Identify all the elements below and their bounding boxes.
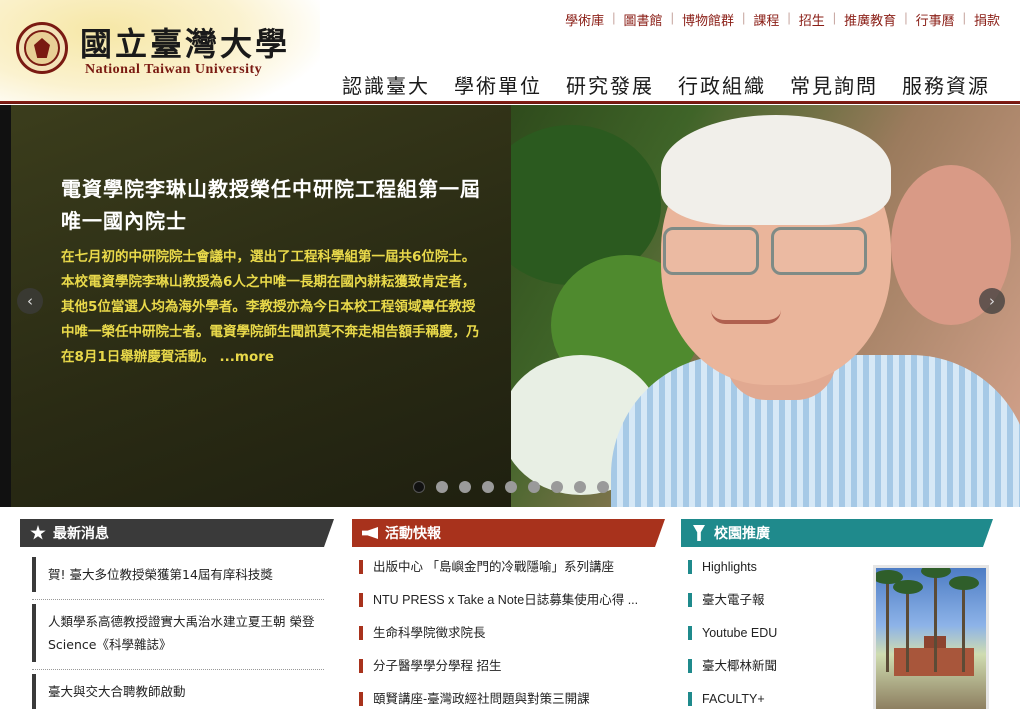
top-link-academic-library[interactable]: 學術庫	[565, 10, 604, 29]
top-link-library[interactable]: 圖書館	[624, 10, 663, 29]
news-list: 賀! 臺大多位教授榮獲第14屆有庠科技獎 人類學系高德教授證實大禹治水建立夏王朝…	[20, 557, 334, 709]
top-link-donate[interactable]: 捐款	[974, 10, 1000, 29]
hero-portrait-image[interactable]	[511, 105, 1020, 507]
header-divider	[0, 101, 1020, 104]
nav-faq[interactable]: 常見詢問	[790, 70, 878, 99]
seal-icon	[34, 38, 50, 58]
top-link-courses[interactable]: 課程	[753, 10, 779, 29]
news-header[interactable]: 最新消息	[20, 519, 334, 547]
carousel-dot-6[interactable]	[528, 481, 540, 493]
utility-nav: 學術庫 | 圖書館 | 博物館群 | 課程 | 招生 | 推廣教育 | 行事曆 | 捐款	[565, 10, 1000, 29]
hero-headline[interactable]: 電資學院李琳山教授榮任中研院工程組第一屆唯一國內院士	[61, 173, 491, 237]
news-item[interactable]: 人類學系高德教授證實大禹治水建立夏王朝 榮登Science《科學雜誌》	[32, 604, 334, 670]
nav-academic-units[interactable]: 學術單位	[454, 70, 542, 99]
hero-summary: 在七月初的中研院院士會議中，選出了工程科學組第一屆共6位院士。本校電資學院李琳山…	[61, 249, 480, 365]
carousel-dot-2[interactable]	[436, 481, 448, 493]
university-seal-logo[interactable]	[16, 22, 68, 74]
events-header[interactable]: 活動快報	[352, 519, 665, 547]
events-section: 活動快報 出版中心 「島嶼金門的冷戰隱喻」系列講座 NTU PRESS x Ta…	[352, 519, 665, 709]
event-item[interactable]: 分子醫學學分學程 招生	[359, 658, 665, 674]
event-item[interactable]: 生命科學院徵求院長	[359, 625, 665, 641]
torch-icon	[693, 525, 705, 541]
carousel-dot-9[interactable]	[597, 481, 609, 493]
hero-carousel: 電資學院李琳山教授榮任中研院工程組第一屆唯一國內院士 在七月初的中研院院士會議中…	[0, 105, 1020, 507]
campus-promo-section: 校園推廣 Highlights 臺大電子報 Youtube EDU 臺大椰林新聞…	[681, 519, 993, 709]
brand-name-chinese[interactable]: 國立臺灣大學	[80, 19, 290, 65]
site-header: 國立臺灣大學 National Taiwan University 學術庫 | 圖…	[0, 0, 1020, 104]
brand-name-english[interactable]: National Taiwan University	[85, 62, 262, 78]
carousel-next-icon[interactable]: ›	[979, 288, 1005, 314]
top-link-calendar[interactable]: 行事曆	[916, 10, 955, 29]
events-list: 出版中心 「島嶼金門的冷戰隱喻」系列講座 NTU PRESS x Take a …	[352, 559, 665, 707]
carousel-dot-1[interactable]	[413, 481, 425, 493]
nav-services[interactable]: 服務資源	[902, 70, 990, 99]
star-icon	[30, 525, 46, 541]
nav-about[interactable]: 認識臺大	[342, 70, 430, 99]
carousel-dot-8[interactable]	[574, 481, 586, 493]
carousel-dot-3[interactable]	[459, 481, 471, 493]
carousel-dot-4[interactable]	[482, 481, 494, 493]
top-link-extension-education[interactable]: 推廣教育	[844, 10, 896, 29]
top-link-museums[interactable]: 博物館群	[682, 10, 734, 29]
news-item[interactable]: 賀! 臺大多位教授榮獲第14屆有庠科技獎	[32, 557, 334, 600]
carousel-dot-5[interactable]	[505, 481, 517, 493]
megaphone-icon	[362, 527, 378, 539]
campus-header[interactable]: 校園推廣	[681, 519, 993, 547]
carousel-dot-7[interactable]	[551, 481, 563, 493]
news-section: 最新消息 賀! 臺大多位教授榮獲第14屆有庠科技獎 人類學系高德教授證實大禹治水…	[20, 519, 334, 709]
hero-caption-panel: 電資學院李琳山教授榮任中研院工程組第一屆唯一國內院士 在七月初的中研院院士會議中…	[11, 105, 511, 507]
news-item[interactable]: 臺大與交大合聘教師啟動	[32, 674, 334, 709]
event-item[interactable]: 頤賢講座-臺灣政經社問題與對策三開課	[359, 691, 665, 707]
campus-photo[interactable]	[873, 565, 989, 709]
event-item[interactable]: 出版中心 「島嶼金門的冷戰隱喻」系列講座	[359, 559, 665, 575]
carousel-prev-icon[interactable]: ‹	[17, 288, 43, 314]
nav-research[interactable]: 研究發展	[566, 70, 654, 99]
top-link-admissions[interactable]: 招生	[799, 10, 825, 29]
hero-more-link[interactable]: ...more	[220, 349, 275, 365]
carousel-indicators	[413, 481, 609, 493]
nav-administration[interactable]: 行政組織	[678, 70, 766, 99]
event-item[interactable]: NTU PRESS x Take a Note日誌募集使用心得 ...	[359, 592, 665, 608]
main-nav: 認識臺大 學術單位 研究發展 行政組織 常見詢問 服務資源	[342, 70, 990, 99]
